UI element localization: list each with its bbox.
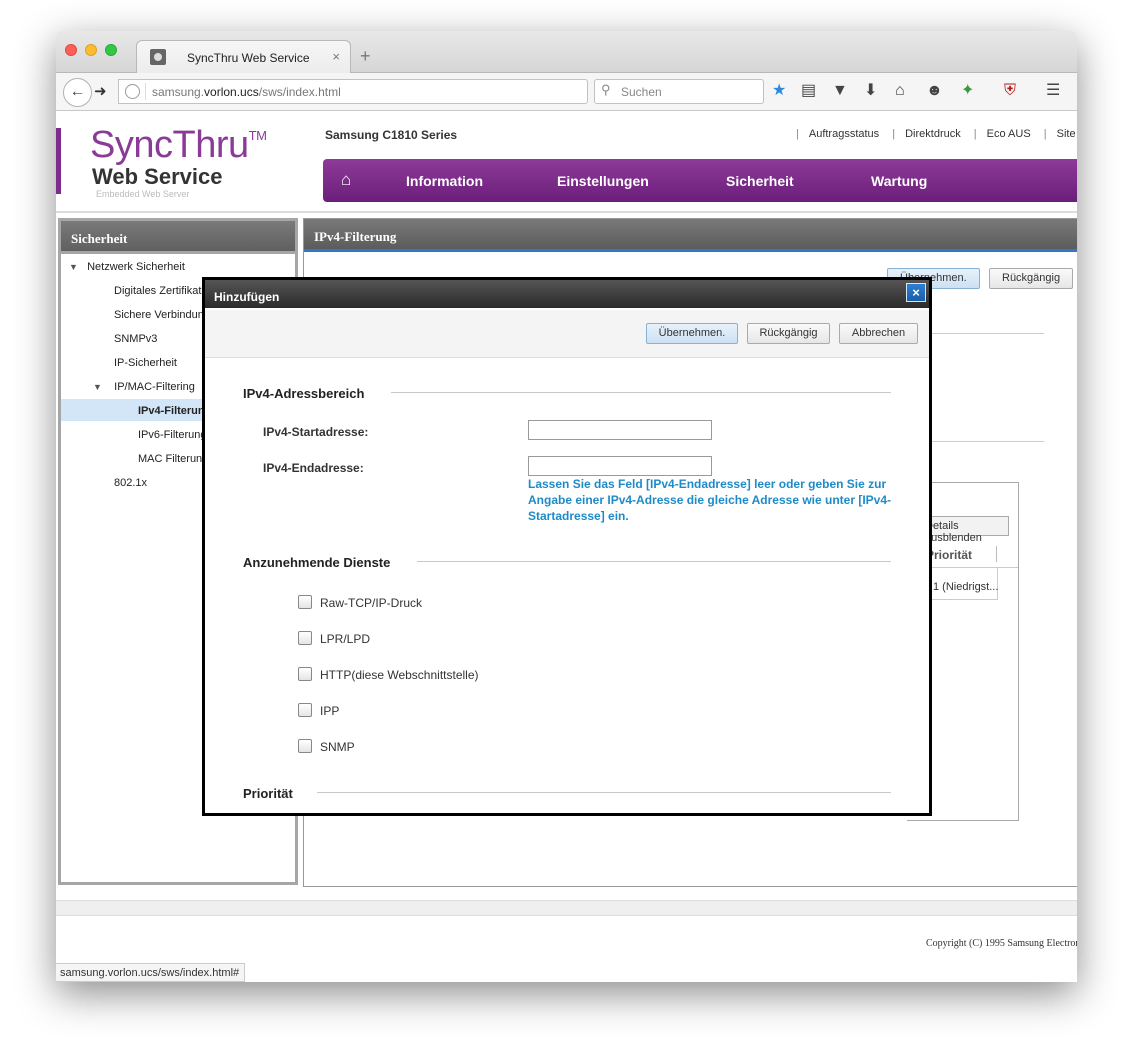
search-input[interactable]: Suchen (621, 85, 662, 99)
end-address-hint: Lassen Sie das Feld [IPv4-Endadresse] le… (528, 477, 892, 523)
menu-information[interactable]: Information (406, 173, 483, 189)
hide-details-button[interactable]: Details ausblenden (920, 516, 1009, 544)
sidebar-item-ip-sicherheit[interactable]: IP-Sicherheit (114, 357, 177, 369)
sidebar-item-8021x[interactable]: 802.1x (114, 477, 147, 489)
priority-cell: 1 (Niedrigst... (933, 581, 999, 593)
ublock-shield-icon[interactable]: ⛨ (1004, 82, 1016, 100)
checkbox[interactable] (298, 631, 312, 645)
start-address-input[interactable] (528, 420, 712, 440)
minimize-window-button[interactable] (85, 44, 97, 56)
sidebar-item-ipv6-filterung[interactable]: IPv6-Filterung (138, 429, 206, 441)
sidebar-item-netzwerk-sicherheit[interactable]: ▼ Netzwerk Sicherheit (69, 261, 185, 273)
reading-list-icon[interactable]: ▤ (801, 82, 816, 100)
url-bar[interactable]: samsung.vorlon.ucs/sws/index.html ↻ (118, 79, 636, 104)
hamburger-menu-icon[interactable]: ☰ (1046, 82, 1060, 100)
logo-accent (56, 128, 61, 194)
link-auftragsstatus[interactable]: Auftragsstatus (809, 128, 879, 140)
checkbox[interactable] (298, 739, 312, 753)
printer-model: Samsung C1810 Series (325, 128, 458, 142)
dialog-toolbar: Übernehmen. Rückgängig Abbrechen (205, 310, 929, 358)
column-header-priority[interactable]: Priorität (926, 548, 972, 562)
search-icon: ⚲ (601, 82, 611, 97)
search-bar[interactable]: ⚲ Suchen (594, 79, 764, 104)
embedded-web-server-label: Embedded Web Server (96, 189, 190, 199)
tab-title: SyncThru Web Service (187, 51, 310, 65)
sidebar-item-sichere-verbindung[interactable]: Sichere Verbindung (114, 309, 210, 321)
pocket-icon[interactable]: ▼ (832, 82, 848, 100)
link-direktdruck[interactable]: Direktdruck (905, 128, 961, 140)
expand-triangle-icon[interactable]: ▼ (69, 262, 78, 272)
home-icon[interactable]: ⌂ (341, 170, 351, 190)
main-menu: ⌂ Information Einstellungen Sicherheit W… (323, 159, 1077, 202)
back-forward-group: ← ➜ (63, 78, 119, 107)
tab-close-icon[interactable]: × (332, 49, 340, 64)
download-icon[interactable]: ⬇ (864, 82, 877, 100)
dialog-apply-button[interactable]: Übernehmen. (646, 323, 738, 344)
menu-wartung[interactable]: Wartung (871, 173, 927, 189)
top-links: | Auftragsstatus | Direktdruck | Eco AUS | S… (796, 128, 1076, 140)
chat-icon[interactable]: ☻ (926, 82, 943, 100)
sidebar-title: Sicherheit (61, 221, 295, 251)
browser-tab[interactable]: SyncThru Web Service × (136, 40, 351, 74)
link-eco[interactable]: Eco AUS (987, 128, 1031, 140)
back-button[interactable]: ← (63, 78, 92, 107)
tab-bar: SyncThru Web Service × + (56, 31, 1077, 74)
home-icon[interactable]: ⌂ (895, 82, 905, 100)
expand-triangle-icon[interactable]: ▼ (93, 382, 102, 392)
menu-sicherheit[interactable]: Sicherheit (726, 173, 794, 189)
section-services: Anzunehmende Dienste (243, 555, 391, 570)
globe-icon (125, 84, 140, 99)
dialog-undo-button[interactable]: Rückgängig (747, 323, 830, 344)
sidebar-item-ip-mac-filtering[interactable]: ▼ IP/MAC-Filtering (93, 381, 195, 393)
new-tab-button[interactable]: + (360, 46, 371, 67)
syncthru-logo: SyncThruTM (90, 124, 267, 166)
bookmark-star-icon[interactable]: ★ (772, 82, 786, 100)
web-page: SyncThruTM Web Service Embedded Web Serv… (56, 112, 1077, 982)
dialog-close-button[interactable]: × (906, 283, 926, 302)
network-addon-icon[interactable]: ✦ (961, 82, 974, 100)
printer-favicon-icon (150, 49, 166, 65)
forward-button[interactable]: ➜ (94, 82, 107, 100)
section-priority: Priorität (243, 786, 293, 801)
dialog-cancel-button[interactable]: Abbrechen (839, 323, 918, 344)
end-address-label: IPv4-Endadresse: (263, 461, 364, 475)
sidebar-item-digitales-zertifikat[interactable]: Digitales Zertifikat (114, 285, 201, 297)
end-address-input[interactable] (528, 456, 712, 476)
checkbox[interactable] (298, 595, 312, 609)
menu-einstellungen[interactable]: Einstellungen (557, 173, 649, 189)
main-title: IPv4-Filterung (304, 219, 1077, 249)
copyright: Copyright (C) 1995 Samsung Electronics (926, 938, 1077, 949)
status-bar-url: samsung.vorlon.ucs/sws/index.html# (56, 963, 246, 982)
sidebar-item-ipv4-filterung[interactable]: IPv4-Filterung (138, 405, 211, 417)
dialog-title: Hinzufügen (205, 280, 929, 308)
checkbox[interactable] (298, 667, 312, 681)
sidebar-item-mac-filterung[interactable]: MAC Filterung (138, 453, 208, 465)
add-dialog: Hinzufügen × Übernehmen. Rückgängig Abbr… (202, 277, 932, 816)
start-address-label: IPv4-Startadresse: (263, 425, 369, 439)
checkbox[interactable] (298, 703, 312, 717)
section-ipv4-range: IPv4-Adressbereich (243, 386, 365, 401)
close-window-button[interactable] (65, 44, 77, 56)
sidebar-item-snmpv3[interactable]: SNMPv3 (114, 333, 157, 345)
url-text[interactable]: samsung.vorlon.ucs/sws/index.html (152, 85, 341, 99)
web-service-logo: Web Service (92, 164, 223, 189)
browser-window: SyncThru Web Service × + ← ➜ samsung.vor… (56, 31, 1077, 982)
main-undo-button[interactable]: Rückgängig (989, 268, 1074, 289)
maximize-window-button[interactable] (105, 44, 117, 56)
link-site[interactable]: Site (1057, 128, 1076, 140)
navigation-bar: ← ➜ samsung.vorlon.ucs/sws/index.html ↻ … (56, 73, 1077, 111)
